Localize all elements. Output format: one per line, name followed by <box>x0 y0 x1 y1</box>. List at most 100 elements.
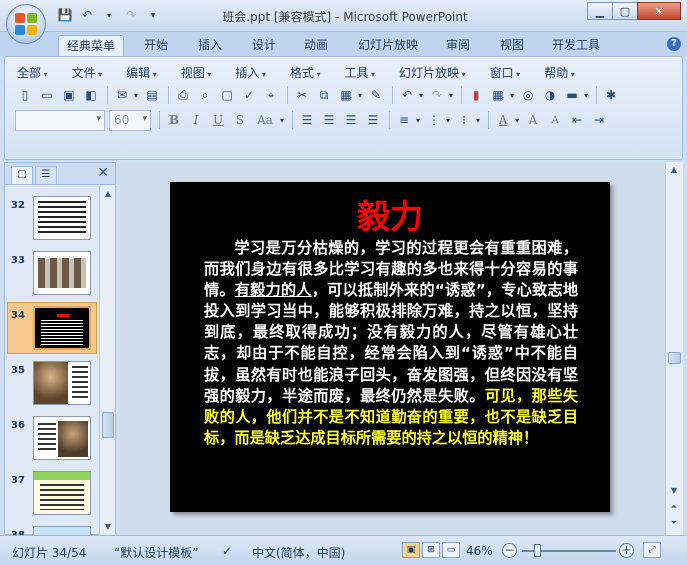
font-color-icon[interactable]: A <box>493 110 513 130</box>
maximize-button[interactable]: ▢ <box>612 2 638 20</box>
tab-animation[interactable]: 动画 <box>296 35 336 56</box>
tab-review[interactable]: 审阅 <box>438 35 478 56</box>
table-icon[interactable]: ▦ <box>488 85 508 105</box>
undo-icon[interactable]: ↶ <box>78 7 96 23</box>
outline-tab[interactable]: ☰ <box>35 166 57 184</box>
change-case-icon[interactable]: Aa <box>252 110 278 130</box>
underline-icon[interactable]: U <box>208 110 228 130</box>
chart-icon[interactable]: ▮ <box>466 85 486 105</box>
menu-slideshow[interactable]: 幻灯片放映 <box>395 64 470 82</box>
menu-format[interactable]: 格式 <box>286 64 325 82</box>
email-icon[interactable]: ✉ <box>112 85 132 105</box>
menu-edit[interactable]: 编辑 <box>122 64 161 82</box>
menu-insert[interactable]: 插入 <box>231 64 270 82</box>
grow-font-icon[interactable]: A <box>523 110 543 130</box>
scroll-down-icon[interactable]: ▼ <box>667 484 681 498</box>
fit-to-window-icon[interactable]: ⤢ <box>643 542 661 558</box>
tab-view[interactable]: 视图 <box>492 35 532 56</box>
new-icon[interactable]: ▯ <box>15 85 35 105</box>
menu-view[interactable]: 视图 <box>177 64 216 82</box>
undo-icon[interactable]: ↶ <box>397 85 417 105</box>
paste-icon[interactable]: ▦ <box>336 85 356 105</box>
design-template[interactable]: “默认设计模板” <box>114 544 198 561</box>
justify-icon[interactable]: ☰ <box>363 110 383 130</box>
slide-thumbnail[interactable] <box>33 251 91 295</box>
permission-icon[interactable]: ◧ <box>81 85 101 105</box>
font-name-combo[interactable] <box>15 109 105 131</box>
save-icon[interactable]: 💾 <box>56 7 74 23</box>
tab-developer[interactable]: 开发工具 <box>544 35 608 56</box>
scroll-down-icon[interactable]: ▼ <box>101 520 115 534</box>
bullets-icon[interactable]: ⁝ <box>454 110 474 130</box>
shrink-font-icon[interactable]: A <box>545 110 565 130</box>
slide-thumbnail[interactable] <box>33 361 91 405</box>
increase-indent-icon[interactable]: ⇥ <box>589 110 609 130</box>
color-icon[interactable]: ▬ <box>562 85 582 105</box>
research-icon[interactable]: ⌖ <box>261 85 281 105</box>
slides-tab[interactable]: ▢ <box>11 166 33 184</box>
slideshow-view-icon[interactable]: ▭ <box>442 542 460 558</box>
frame-icon[interactable]: ▢ <box>217 85 237 105</box>
slide-thumbnail[interactable] <box>33 196 91 240</box>
next-slide-icon[interactable]: ⏷ <box>667 516 681 530</box>
slide-scrollbar[interactable]: ▲ ▼ ⏶ ⏷ <box>665 162 683 535</box>
close-button[interactable]: ✕ <box>637 2 681 20</box>
numbering-icon[interactable]: ⋮ <box>424 110 444 130</box>
align-right-icon[interactable]: ☰ <box>341 110 361 130</box>
zoom-out-button[interactable]: − <box>502 543 517 558</box>
format-painter-icon[interactable]: ✎ <box>366 85 386 105</box>
redo-icon[interactable]: ↷ <box>427 85 447 105</box>
new-slide-icon[interactable]: ✱ <box>601 85 621 105</box>
menu-window[interactable]: 窗口 <box>486 64 525 82</box>
menu-all[interactable]: 全部 <box>13 64 52 82</box>
close-pane-icon[interactable]: ✕ <box>97 165 109 181</box>
slide-thumbnail[interactable] <box>33 526 91 535</box>
menu-tools[interactable]: 工具 <box>340 64 379 82</box>
save-icon[interactable]: ▣ <box>59 85 79 105</box>
help-icon[interactable]: ? <box>667 37 681 51</box>
scrollbar-thumb[interactable] <box>102 412 114 438</box>
copy-icon[interactable]: ⧉ <box>314 85 334 105</box>
undo-dropdown-icon[interactable]: ▾ <box>100 7 118 23</box>
spelling-icon[interactable]: ✓ <box>239 85 259 105</box>
slides-pane-scrollbar[interactable]: ▲ ▼ <box>99 186 115 535</box>
slide-title[interactable]: 毅力 <box>170 190 610 238</box>
previous-slide-icon[interactable]: ⏶ <box>667 500 681 514</box>
tab-insert[interactable]: 插入 <box>190 35 230 56</box>
slide-sorter-icon[interactable]: ⊞ <box>422 542 440 558</box>
normal-view-icon[interactable]: ▣ <box>402 542 420 558</box>
spelling-check-icon[interactable]: ✓ <box>222 544 232 558</box>
show-formatting-icon[interactable]: ◎ <box>518 85 538 105</box>
slide-thumbnail[interactable] <box>33 471 91 515</box>
slide-thumbnail[interactable] <box>33 416 91 460</box>
slide-canvas[interactable]: 毅力 学习是万分枯燥的，学习的过程更会有重重困难，而我们身边有很多比学习有趣的多… <box>170 182 610 512</box>
customize-qat-icon[interactable]: ▾ <box>144 7 162 23</box>
zoom-level[interactable]: 46% <box>466 544 493 558</box>
grayscale-icon[interactable]: ◑ <box>540 85 560 105</box>
language-status[interactable]: 中文(简体，中国) <box>252 544 345 561</box>
cut-icon[interactable]: ✂ <box>292 85 312 105</box>
tab-design[interactable]: 设计 <box>244 35 284 56</box>
office-button[interactable] <box>6 4 46 44</box>
scroll-up-icon[interactable]: ▲ <box>667 163 681 177</box>
align-left-icon[interactable]: ☰ <box>297 110 317 130</box>
tab-slideshow[interactable]: 幻灯片放映 <box>350 35 426 56</box>
font-size-combo[interactable]: 60 <box>109 109 151 131</box>
zoom-in-button[interactable]: + <box>619 543 634 558</box>
open-icon[interactable]: ▭ <box>37 85 57 105</box>
line-spacing-icon[interactable]: ≡ <box>394 110 414 130</box>
shadow-icon[interactable]: S <box>230 110 250 130</box>
scroll-up-icon[interactable]: ▲ <box>101 187 115 201</box>
italic-icon[interactable]: I <box>186 110 206 130</box>
minimize-button[interactable]: ▁ <box>587 2 613 20</box>
print-icon[interactable]: ⎙ <box>173 85 193 105</box>
scrollbar-thumb[interactable] <box>668 352 681 364</box>
tab-classic-menu[interactable]: 经典菜单 <box>58 35 125 56</box>
menu-help[interactable]: 帮助 <box>540 64 579 82</box>
bold-icon[interactable]: B <box>164 110 184 130</box>
decrease-indent-icon[interactable]: ⇤ <box>567 110 587 130</box>
slide-body-text[interactable]: 学习是万分枯燥的，学习的过程更会有重重困难，而我们身边有很多比学习有趣的多也来得… <box>204 238 578 449</box>
redo-icon[interactable]: ↷ <box>122 7 140 23</box>
menu-file[interactable]: 文件 <box>68 64 107 82</box>
tab-home[interactable]: 开始 <box>136 35 176 56</box>
